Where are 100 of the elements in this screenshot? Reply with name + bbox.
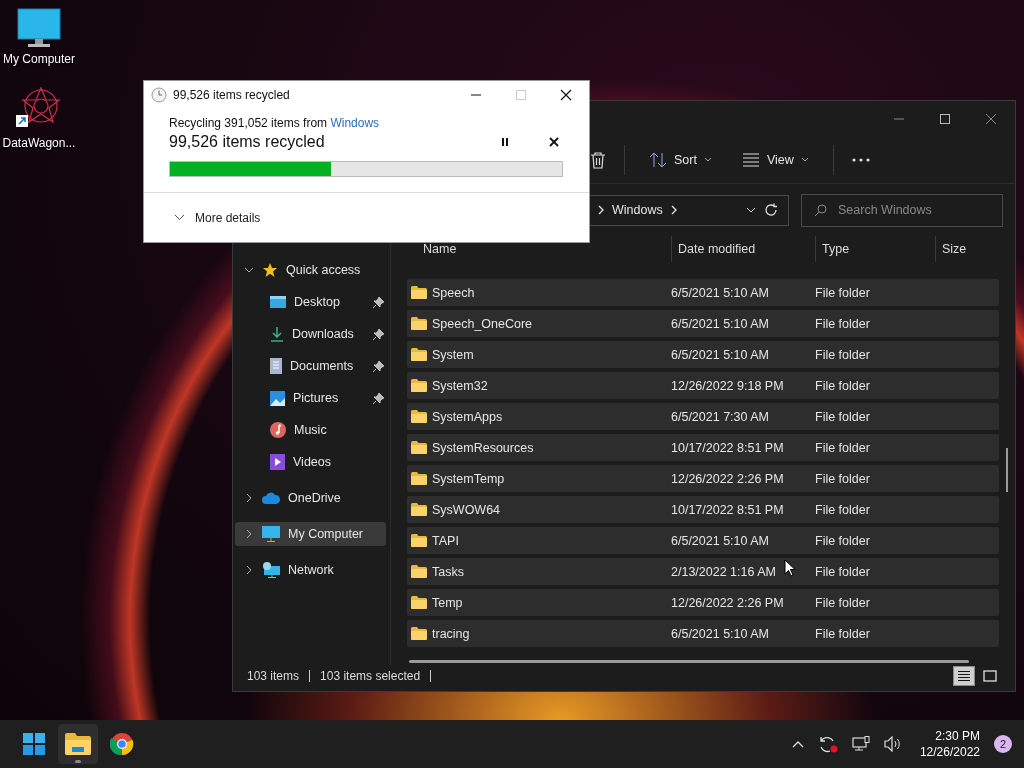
chevron-down-icon	[174, 214, 185, 221]
chrome-logo-icon	[110, 732, 134, 756]
chevron-right-icon	[598, 205, 604, 215]
file-name: Tasks	[432, 564, 464, 579]
horizontal-scrollbar[interactable]	[409, 660, 969, 663]
sync-icon[interactable]	[817, 735, 838, 753]
star-icon	[262, 262, 278, 278]
file-row[interactable]: tracing 6/5/2021 5:10 AM File folder	[407, 620, 999, 647]
nav-item[interactable]: Desktop	[233, 290, 390, 314]
picture-icon	[270, 390, 285, 406]
desktop-icon-label[interactable]: My Computer	[3, 52, 75, 66]
file-row[interactable]: Tasks 2/13/2022 1:16 AM File folder	[407, 558, 999, 585]
desktop-icon-label[interactable]: DataWagon...	[2, 136, 76, 150]
date-modified: 10/17/2022 8:51 PM	[671, 440, 784, 455]
breadcrumb-item[interactable]: Windows	[612, 203, 663, 217]
item-count: 103 items	[247, 669, 300, 683]
folder-icon	[411, 441, 427, 454]
list-lines-icon	[957, 670, 971, 682]
network-icon[interactable]	[851, 736, 870, 752]
nav-item[interactable]: My Computer	[235, 522, 386, 546]
caret-icon	[703, 157, 712, 163]
expand-chevron-icon[interactable]	[244, 265, 254, 275]
date-modified: 6/5/2021 5:10 AM	[671, 626, 769, 641]
expand-chevron-icon[interactable]	[244, 565, 254, 575]
file-name: System	[432, 347, 474, 362]
nav-item[interactable]: Downloads	[233, 322, 390, 346]
mouse-cursor-icon	[784, 559, 796, 577]
date-modified: 12/26/2022 2:26 PM	[671, 471, 784, 486]
file-type: File folder	[815, 595, 870, 610]
file-name: SystemTemp	[432, 471, 505, 486]
nav-item[interactable]: Quick access	[235, 258, 386, 282]
expand-chevron-icon[interactable]	[244, 493, 254, 503]
column-header[interactable]: Date modified	[671, 236, 815, 262]
file-type: File folder	[815, 285, 870, 300]
clock-time[interactable]: 2:30 PM	[935, 729, 980, 743]
maximize-icon[interactable]	[939, 113, 951, 125]
file-row[interactable]: Temp 12/26/2022 2:26 PM File folder	[407, 589, 999, 616]
nav-item[interactable]: Pictures	[233, 386, 390, 410]
source-folder-link[interactable]: Windows	[330, 116, 380, 130]
view-button[interactable]: View	[735, 149, 815, 171]
file-type: File folder	[815, 409, 870, 424]
file-row[interactable]: Speech_OneCore 6/5/2021 5:10 AM File folder	[407, 310, 999, 337]
nav-item[interactable]: Videos	[233, 450, 390, 474]
file-name: Speech_OneCore	[432, 316, 533, 331]
caret-icon	[800, 157, 809, 163]
document-icon	[270, 358, 282, 374]
file-row[interactable]: TAPI 6/5/2021 5:10 AM File folder	[407, 527, 999, 554]
dropdown-chevron-icon[interactable]	[746, 207, 756, 213]
trash-icon[interactable]	[590, 151, 606, 169]
file-name: Speech	[432, 285, 475, 300]
vertical-scrollbar-thumb[interactable]	[1006, 448, 1008, 492]
file-row[interactable]: System32 12/26/2022 9:18 PM File folder	[407, 372, 999, 399]
video-icon	[270, 454, 285, 470]
folder-icon	[411, 596, 427, 609]
pause-icon[interactable]	[501, 137, 509, 147]
column-header[interactable]: Size	[935, 236, 999, 262]
refresh-icon[interactable]	[764, 203, 778, 217]
more-details-button[interactable]: More details	[172, 208, 263, 227]
windows-logo-icon	[22, 732, 46, 756]
file-type: File folder	[815, 316, 870, 331]
speaker-icon[interactable]	[883, 736, 902, 752]
file-row[interactable]: SysWOW64 10/17/2022 8:51 PM File folder	[407, 496, 999, 523]
chevron-right-icon[interactable]	[670, 205, 677, 215]
column-header[interactable]: Type	[815, 236, 935, 262]
file-row[interactable]: SystemTemp 12/26/2022 2:26 PM File folder	[407, 465, 999, 492]
file-explorer-taskbar-button[interactable]	[58, 724, 98, 764]
nav-item[interactable]: Documents	[233, 354, 390, 378]
monitor-icon[interactable]	[17, 8, 61, 50]
close-icon[interactable]	[560, 89, 572, 101]
file-name: SystemResources	[432, 440, 534, 455]
date-modified: 6/5/2021 7:30 AM	[671, 409, 769, 424]
file-row[interactable]: Speech 6/5/2021 5:10 AM File folder	[407, 279, 999, 306]
monitor-icon	[262, 526, 280, 542]
folder-icon	[411, 565, 427, 578]
expand-chevron-icon[interactable]	[244, 529, 254, 539]
folder-icon	[411, 472, 427, 485]
show-hidden-icons-caret-icon[interactable]	[791, 740, 804, 748]
date-modified: 6/5/2021 5:10 AM	[671, 316, 769, 331]
file-type: File folder	[815, 347, 870, 362]
sort-button[interactable]: Sort	[643, 148, 718, 172]
file-row[interactable]: SystemApps 6/5/2021 7:30 AM File folder	[407, 403, 999, 430]
nav-item[interactable]: Network	[235, 558, 386, 582]
network-icon	[262, 562, 280, 578]
clock-date[interactable]: 12/26/2022	[919, 745, 980, 759]
folder-icon	[411, 627, 427, 640]
more-options-icon[interactable]	[851, 158, 870, 162]
file-name: SysWOW64	[432, 502, 501, 517]
rectangle-icon	[983, 670, 997, 682]
notification-count-badge[interactable]: 2	[994, 735, 1012, 753]
folder-icon	[411, 410, 427, 423]
cancel-icon[interactable]	[549, 137, 559, 147]
list-lines-icon	[741, 153, 760, 167]
nav-item[interactable]: Music	[233, 418, 390, 442]
file-row[interactable]: System 6/5/2021 5:10 AM File folder	[407, 341, 999, 368]
details-view-button[interactable]	[953, 666, 975, 686]
clock-icon	[151, 87, 167, 103]
file-row[interactable]: SystemResources 10/17/2022 8:51 PM File folder	[407, 434, 999, 461]
search-field[interactable]: Search Windows	[801, 193, 1003, 227]
search-icon	[814, 203, 827, 217]
nav-item[interactable]: OneDrive	[235, 486, 386, 510]
